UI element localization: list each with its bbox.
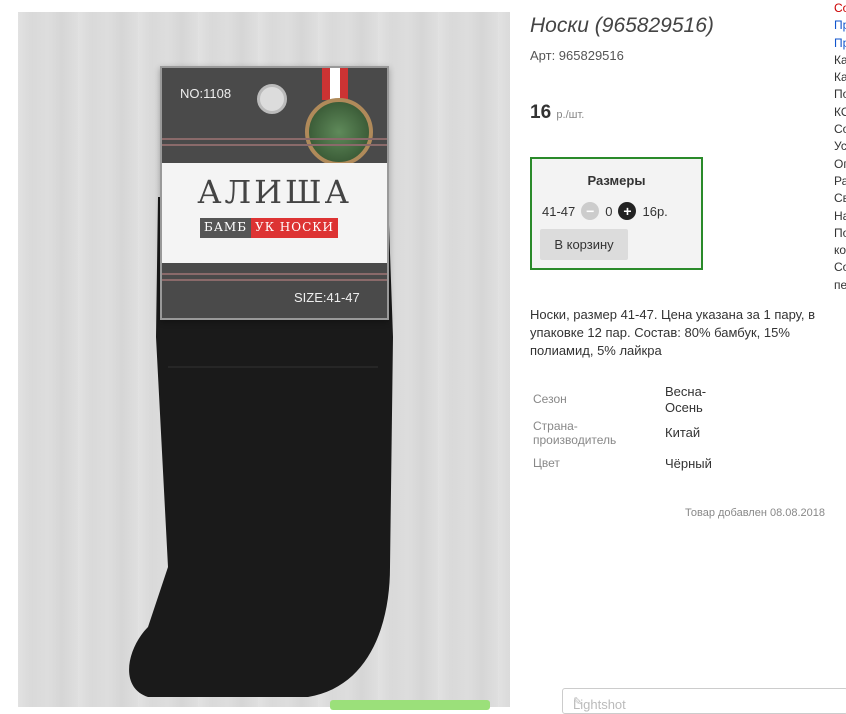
right-link[interactable]: Пр <box>834 35 846 52</box>
product-price: 16 р./шт. <box>530 102 584 124</box>
hang-hole <box>257 84 287 114</box>
right-item: КО <box>834 104 846 119</box>
sizes-panel: Размеры 41-47 − 0 + 16р. В корзину <box>530 157 703 270</box>
size-subtotal: 16р. <box>642 203 668 219</box>
decrement-button[interactable]: − <box>581 202 600 220</box>
bamboo-medal-icon <box>305 98 373 166</box>
price-unit: р./шт. <box>556 109 585 121</box>
property-key: Страна-производитель <box>533 419 617 447</box>
right-item: Со <box>834 122 846 137</box>
right-column-truncated: Со Пр Пр Ка Ка По КО Со Ус Оп Ра Св На П… <box>834 0 846 294</box>
product-title: Носки (965829516) <box>530 14 714 37</box>
size-row: 41-47 − 0 + 16р. <box>542 202 668 220</box>
right-item: Ка <box>834 70 846 85</box>
tag-band-left: БАМБ <box>200 218 252 238</box>
tag-size: SIZE:41-47 <box>294 290 360 305</box>
tag-stripe <box>162 138 387 140</box>
property-value: Весна-Осень <box>665 384 707 415</box>
right-item: Ка <box>834 52 846 67</box>
tag-brand: АЛИША <box>197 173 352 211</box>
right-item: Ра <box>834 173 846 188</box>
add-to-cart-button[interactable]: В корзину <box>540 229 628 260</box>
tag-band-right: УК НОСКИ <box>251 218 339 238</box>
right-item: По <box>834 87 846 102</box>
tag-band: БАМБ УК НОСКИ <box>200 218 350 238</box>
package-tag: NO:1108 АЛИША БАМБ УК НОСКИ SIZE:41-47 <box>160 66 389 320</box>
pin-icon[interactable]: ✎ <box>573 695 841 708</box>
right-item: Оп <box>834 156 846 171</box>
right-item: На <box>834 208 846 223</box>
right-item: Св <box>834 191 846 206</box>
tag-model: NO:1108 <box>180 86 232 101</box>
right-link[interactable]: Со <box>834 0 846 17</box>
ribbon-icon <box>322 68 348 100</box>
price-value: 16 <box>530 102 552 123</box>
size-label: 41-47 <box>542 203 576 219</box>
product-article: Арт: 965829516 <box>530 48 624 63</box>
property-value: Китай <box>665 425 701 440</box>
tag-stripe <box>162 144 387 146</box>
green-overlay-button[interactable] <box>330 700 490 710</box>
tag-stripe <box>162 279 387 281</box>
right-item: Со <box>834 260 846 275</box>
right-item: пе <box>834 277 846 292</box>
property-key: Цвет <box>533 456 560 470</box>
sizes-header: Размеры <box>587 173 646 188</box>
increment-button[interactable]: + <box>618 202 637 220</box>
quantity-value[interactable]: 0 <box>605 204 612 219</box>
property-value: Чёрный <box>665 456 712 471</box>
lightshot-bar[interactable]: Lightshot ✎ <box>562 688 846 714</box>
right-item: Ус <box>834 139 846 154</box>
product-photo[interactable]: NO:1108 АЛИША БАМБ УК НОСКИ SIZE:41-47 <box>18 12 510 707</box>
product-description: Носки, размер 41-47. Цена указана за 1 п… <box>530 307 816 358</box>
right-item: По <box>834 225 846 240</box>
right-item: ко <box>834 243 846 258</box>
tag-stripe <box>162 273 387 275</box>
added-date: Товар добавлен 08.08.2018 <box>685 507 826 519</box>
right-link[interactable]: Пр <box>834 17 846 34</box>
property-key: Сезон <box>533 392 567 406</box>
